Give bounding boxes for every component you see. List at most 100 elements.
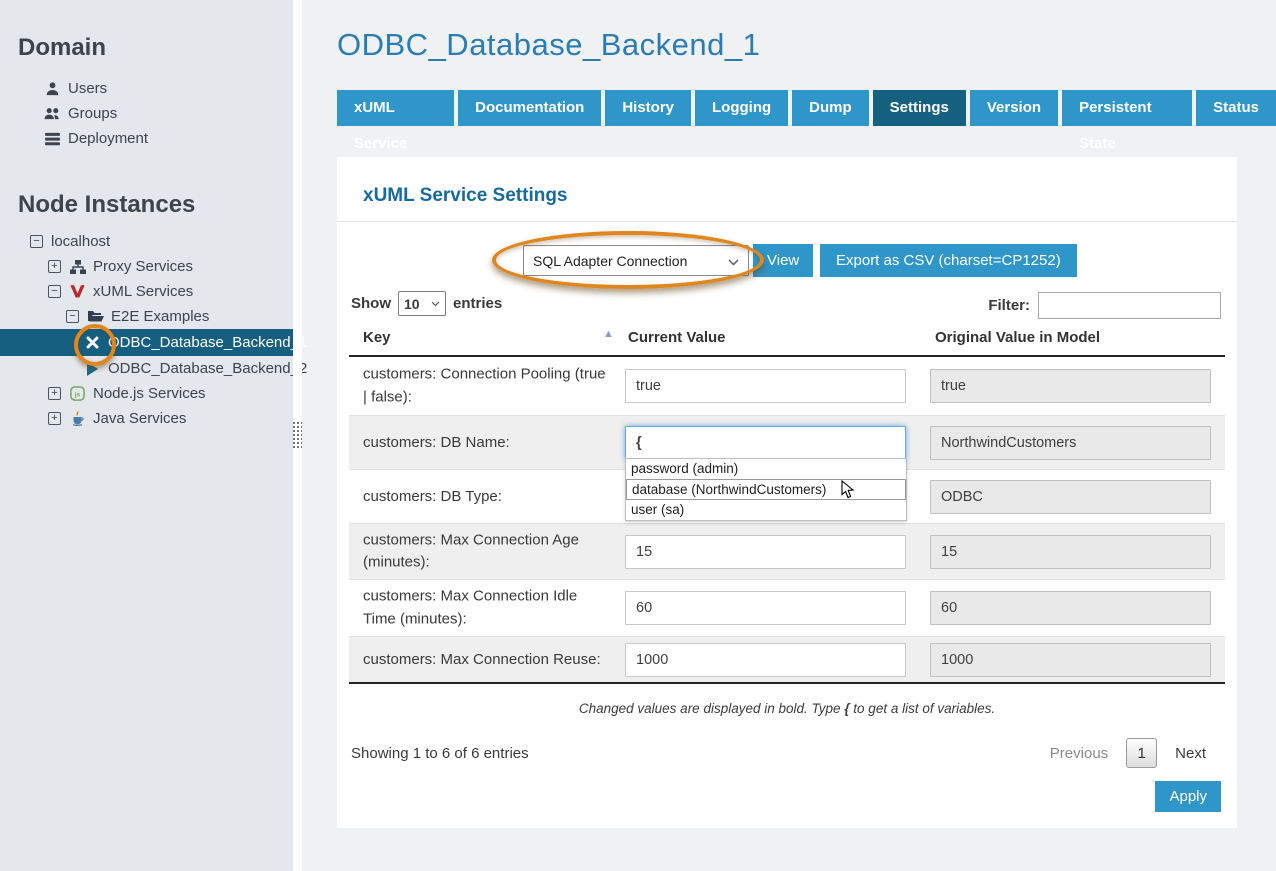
collapse-icon[interactable]: − [48, 285, 61, 298]
original-value-field [930, 426, 1211, 460]
tree-node-nodejs-services[interactable]: + js Node.js Services [0, 381, 293, 406]
current-value-input[interactable] [625, 369, 906, 403]
sidebar-item-users[interactable]: Users [0, 76, 293, 101]
nodejs-icon: js [69, 386, 86, 401]
column-header-key[interactable]: Key [363, 329, 391, 346]
expand-icon[interactable]: + [48, 260, 61, 273]
java-icon [69, 411, 86, 426]
setting-key: customers: Connection Pooling (true | fa… [363, 364, 613, 409]
tab-logging[interactable]: Logging [695, 90, 788, 126]
settings-table: Key ▲ Current Value Original Value in Mo… [349, 325, 1225, 684]
view-button[interactable]: View [753, 244, 813, 277]
tree-node-e2e-examples[interactable]: − E2E Examples [0, 304, 293, 329]
sidebar: Domain Users Groups Deployment N [0, 0, 293, 871]
tab-history[interactable]: History [605, 90, 691, 126]
filter-label: Filter: [988, 297, 1030, 314]
svg-text:js: js [74, 391, 81, 398]
entries-label: entries [453, 295, 502, 312]
tab-version[interactable]: Version [970, 90, 1058, 126]
table-row: customers: Max Connection Reuse: [349, 636, 1225, 682]
table-note: Changed values are displayed in bold. Ty… [337, 701, 1237, 716]
node-tree: − localhost + Proxy Services − xUML Serv… [0, 229, 293, 431]
sidebar-item-label: Groups [68, 105, 117, 122]
current-value-input[interactable] [625, 591, 906, 625]
sort-asc-icon[interactable]: ▲ [603, 328, 614, 340]
original-value-field [930, 369, 1211, 403]
original-value-field [930, 591, 1211, 625]
sidebar-item-groups[interactable]: Groups [0, 101, 293, 126]
tab-dump[interactable]: Dump [792, 90, 869, 126]
autocomplete-item-database[interactable]: database (NorthwindCustomers) [626, 479, 906, 500]
column-header-current-value[interactable]: Current Value [628, 329, 726, 346]
tree-node-odbc-database-backend-1[interactable]: ODBC_Database_Backend_1 [0, 329, 293, 356]
folder-open-icon [87, 310, 104, 323]
show-entries: Show 10 entries [351, 291, 502, 316]
chevron-down-icon [728, 253, 739, 269]
table-row: customers: Connection Pooling (true | fa… [349, 357, 1225, 415]
mouse-cursor-icon [841, 480, 854, 502]
settings-category-select[interactable]: SQL Adapter Connection [523, 245, 749, 276]
tree-node-label: xUML Services [93, 283, 193, 300]
show-label: Show [351, 295, 391, 312]
tab-status[interactable]: Status [1196, 90, 1276, 126]
collapse-icon[interactable]: − [30, 235, 43, 248]
user-icon [43, 81, 61, 96]
entries-summary: Showing 1 to 6 of 6 entries [351, 745, 529, 762]
setting-key: customers: DB Type: [363, 485, 613, 508]
original-value-field [930, 480, 1211, 514]
tab-settings[interactable]: Settings [873, 90, 966, 126]
tree-node-java-services[interactable]: + Java Services [0, 406, 293, 431]
table-row: customers: Max Connection Age (minutes): [349, 523, 1225, 579]
filter-row: Filter: [988, 292, 1221, 319]
current-value-input-focused[interactable] [625, 426, 906, 460]
sidebar-resize-grip[interactable] [292, 421, 302, 449]
setting-key: customers: Max Connection Age (minutes): [363, 529, 613, 574]
variable-autocomplete-dropdown: password (admin) database (NorthwindCust… [625, 458, 907, 521]
sidebar-item-label: Deployment [68, 130, 148, 147]
stop-x-icon [84, 336, 101, 349]
autocomplete-item-password[interactable]: password (admin) [626, 459, 906, 479]
tree-node-proxy-services[interactable]: + Proxy Services [0, 254, 293, 279]
page-number-button[interactable]: 1 [1126, 738, 1157, 768]
panel-title: xUML Service Settings [363, 185, 568, 207]
tree-node-odbc-database-backend-2[interactable]: ODBC_Database_Backend_2 [0, 356, 293, 381]
tree-node-xuml-services[interactable]: − xUML Services [0, 279, 293, 304]
tab-persistent-state[interactable]: Persistent State [1062, 90, 1192, 126]
previous-page-button[interactable]: Previous [1050, 745, 1108, 762]
apply-button[interactable]: Apply [1155, 781, 1221, 812]
deployment-icon [43, 132, 61, 146]
original-value-field [930, 643, 1211, 677]
sidebar-item-label: Users [68, 80, 107, 97]
column-header-original-value[interactable]: Original Value in Model [935, 329, 1100, 346]
sidebar-item-deployment[interactable]: Deployment [0, 126, 293, 151]
tree-node-label: Java Services [93, 410, 186, 427]
autocomplete-item-user[interactable]: user (sa) [626, 500, 906, 520]
app-window: Domain Users Groups Deployment N [0, 0, 1276, 871]
tree-node-label: E2E Examples [111, 308, 209, 325]
domain-heading: Domain [18, 0, 293, 62]
tree-node-localhost[interactable]: − localhost [0, 229, 293, 254]
sitemap-icon [69, 260, 86, 274]
tree-node-label: Proxy Services [93, 258, 193, 275]
filter-input[interactable] [1038, 292, 1221, 319]
tree-node-label: ODBC_Database_Backend_2 [108, 360, 307, 377]
current-value-input[interactable] [625, 643, 906, 677]
domain-list: Users Groups Deployment [0, 76, 293, 151]
setting-key: customers: Max Connection Idle Time (min… [363, 586, 613, 631]
expand-icon[interactable]: + [48, 387, 61, 400]
table-row: customers: Max Connection Idle Time (min… [349, 579, 1225, 636]
expand-icon[interactable]: + [48, 412, 61, 425]
current-value-input[interactable] [625, 535, 906, 569]
users-icon [43, 106, 61, 121]
export-csv-button[interactable]: Export as CSV (charset=CP1252) [820, 244, 1077, 277]
page-title: ODBC_Database_Backend_1 [337, 27, 760, 63]
tab-documentation[interactable]: Documentation [458, 90, 601, 126]
page-length-select[interactable]: 10 [398, 291, 446, 316]
xuml-icon [69, 284, 86, 299]
table-header: Key ▲ Current Value Original Value in Mo… [349, 325, 1225, 357]
original-value-field [930, 535, 1211, 569]
collapse-icon[interactable]: − [66, 310, 79, 323]
next-page-button[interactable]: Next [1175, 745, 1206, 762]
pagination: Previous 1 Next [1050, 738, 1206, 768]
tab-xuml-service[interactable]: xUML Service [337, 90, 454, 126]
